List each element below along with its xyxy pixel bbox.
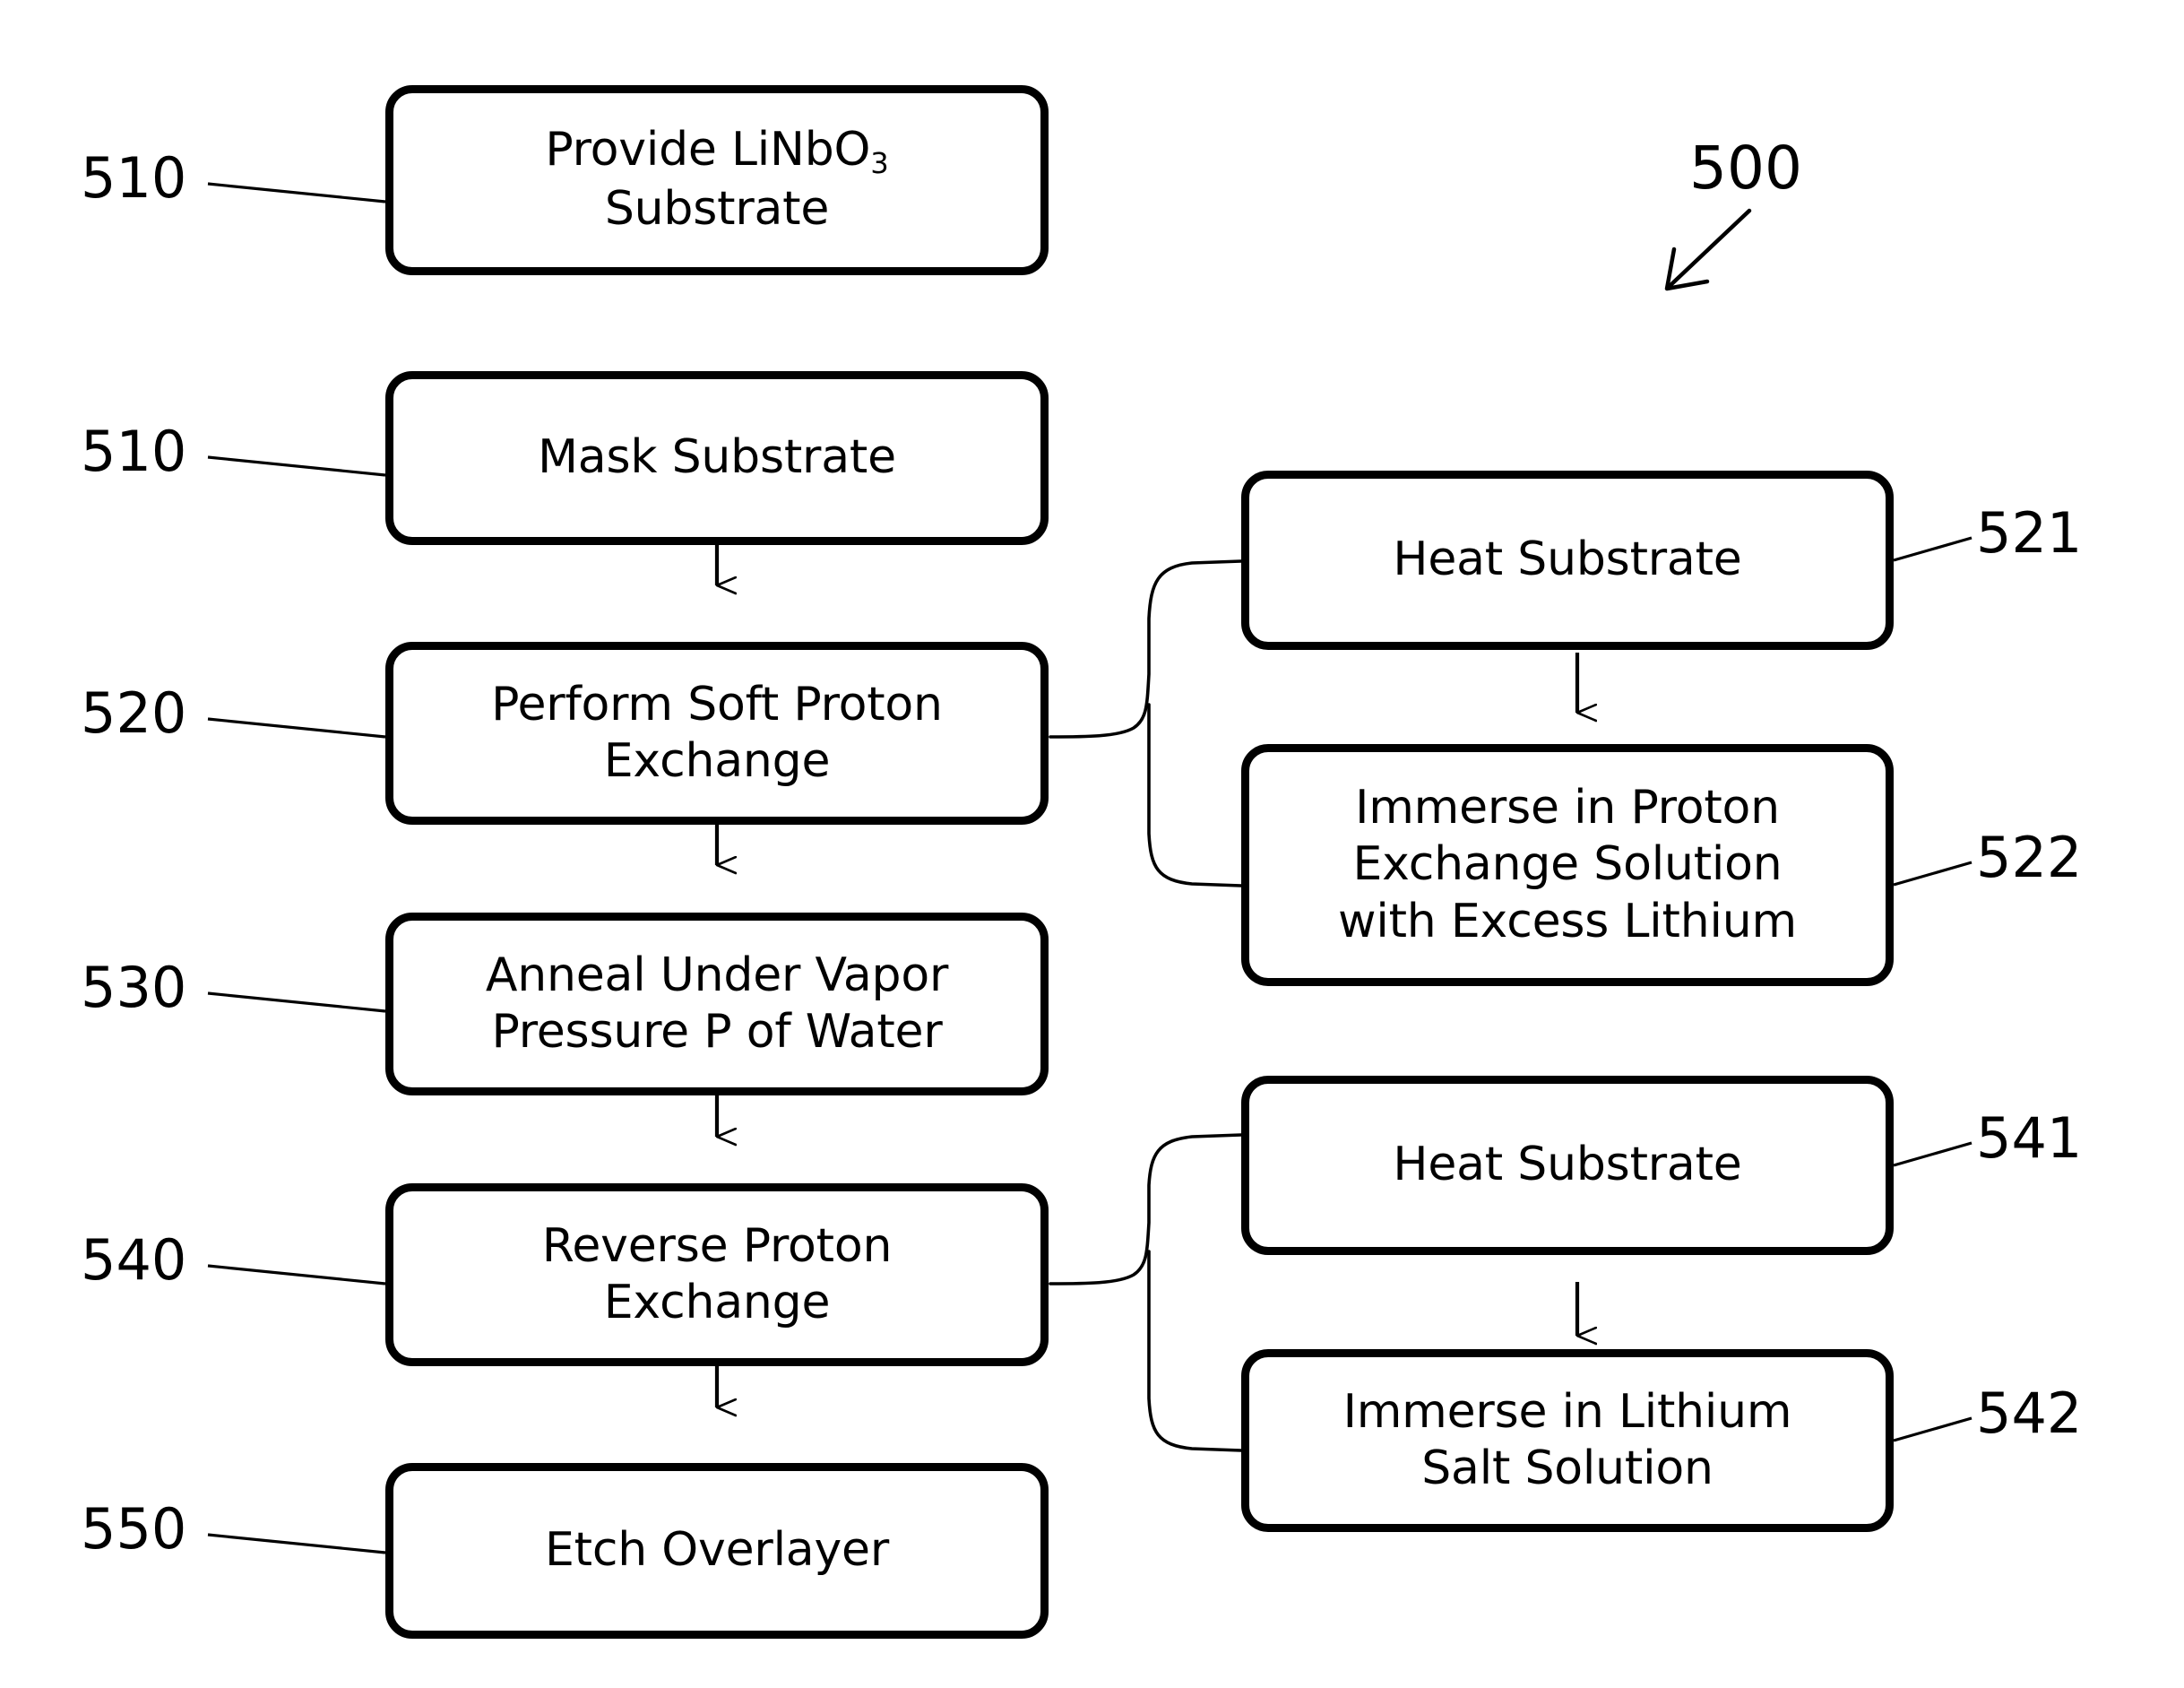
flow-step-label: Immerse in Proton Exchange Solution with E… [1338,780,1797,948]
leader-line-510a [207,182,386,203]
ref-numeral-510b: 510 [81,419,187,484]
figure-pointer-arrow [1664,208,1752,291]
flow-step-reverse-proton-exchange[interactable]: Reverse Proton Exchange [385,1183,1049,1366]
flow-step-perform-soft-proton-exchange[interactable]: Perform Soft Proton Exchange [385,642,1049,825]
ref-numeral-521: 521 [1976,500,2083,566]
patent-figure-page: Provide LiNbO3 Substrate Mask Substrate P… [0,0,2184,1688]
flow-step-label: Provide LiNbO3 Substrate [545,123,889,237]
flow-step-anneal-under-vapor-pressure[interactable]: Anneal Under Vapor Pressure P of Water [385,913,1049,1095]
ref-numeral-510a: 510 [81,145,187,211]
flow-step-label: Heat Substrate [1393,1138,1742,1192]
flow-step-label: Immerse in Lithium Salt Solution [1342,1384,1792,1495]
brace-connector-520 [1049,559,1243,887]
flow-substep-heat-substrate-541[interactable]: Heat Substrate [1241,1076,1894,1255]
flow-step-provide-linbo3-substrate[interactable]: Provide LiNbO3 Substrate [385,85,1049,275]
flow-substep-heat-substrate-521[interactable]: Heat Substrate [1241,471,1894,650]
leader-line-521 [1893,536,1973,562]
flow-step-label: Perform Soft Proton Exchange [491,677,943,788]
leader-line-540 [207,1264,386,1285]
flow-step-label: Heat Substrate [1393,532,1742,587]
flow-step-etch-overlayer[interactable]: Etch Overlayer [385,1463,1049,1639]
leader-line-530 [207,991,386,1013]
flow-step-label: Anneal Under Vapor Pressure P of Water [485,948,949,1059]
flow-step-label: Reverse Proton Exchange [541,1218,893,1329]
flow-step-label: Etch Overlayer [544,1523,890,1578]
leader-line-510b [207,455,386,477]
leader-line-550 [207,1533,386,1554]
ref-numeral-542: 542 [1976,1381,2083,1446]
leader-line-520 [207,717,386,739]
flow-substep-immerse-lithium-salt-solution-542[interactable]: Immerse in Lithium Salt Solution [1241,1349,1894,1532]
flow-step-label: Mask Substrate [538,430,896,485]
flow-step-mask-substrate[interactable]: Mask Substrate [385,371,1049,545]
ref-numeral-522: 522 [1976,825,2083,890]
ref-numeral-540: 540 [81,1227,187,1293]
flow-substep-immerse-proton-exchange-solution-522[interactable]: Immerse in Proton Exchange Solution with E… [1241,744,1894,986]
ref-numeral-541: 541 [1976,1105,2083,1171]
leader-line-541 [1893,1141,1973,1167]
ref-numeral-530: 530 [81,955,187,1020]
leader-line-542 [1893,1416,1973,1442]
brace-connector-540 [1049,1133,1243,1452]
leader-line-522 [1893,861,1973,887]
figure-numeral-500: 500 [1689,134,1802,203]
ref-numeral-550: 550 [81,1496,187,1562]
ref-numeral-520: 520 [81,680,187,746]
